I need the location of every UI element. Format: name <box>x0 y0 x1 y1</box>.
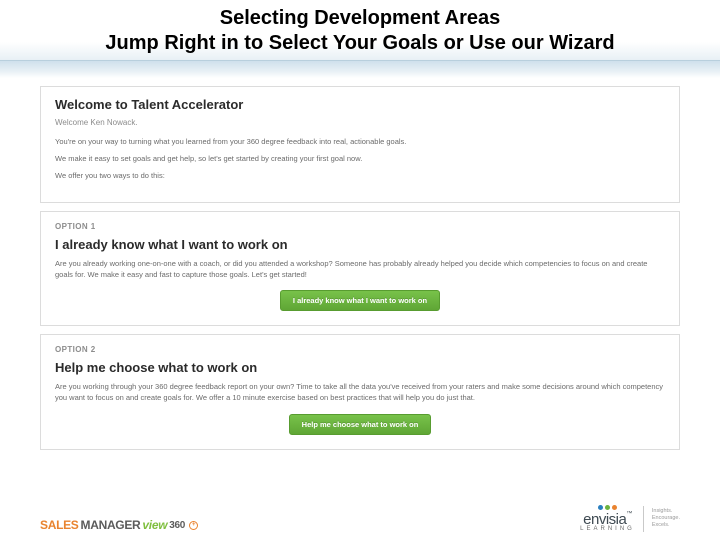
option-1-body: Are you already working one-on-one with … <box>55 259 665 281</box>
welcome-p2: We make it easy to set goals and get hel… <box>55 154 665 165</box>
slide-title: Selecting Development Areas Jump Right i… <box>40 6 680 56</box>
option-2-button[interactable]: Help me choose what to work on <box>289 414 432 435</box>
option-2-button-row: Help me choose what to work on <box>55 414 665 435</box>
title-line-2: Jump Right in to Select Your Goals or Us… <box>105 32 614 54</box>
trademark-icon: ™ <box>626 511 632 517</box>
option-2-text: Are you working through your 360 degree … <box>55 382 665 404</box>
option-1-panel: OPTION 1 I already know what I want to w… <box>40 211 680 327</box>
welcome-greeting: Welcome Ken Nowack. <box>55 118 665 127</box>
tagline-1: Insights. <box>652 508 680 515</box>
content-area: Welcome to Talent Accelerator Welcome Ke… <box>40 86 680 450</box>
title-line-1: Selecting Development Areas <box>220 7 500 29</box>
logo-text-manager: MANAGER <box>81 518 141 532</box>
tagline-3: Excels. <box>652 522 680 529</box>
logo-text-view: view <box>142 518 167 532</box>
envisia-sub: LEARNING <box>580 526 635 532</box>
decorative-wave <box>0 60 720 78</box>
slide-header: Selecting Development Areas Jump Right i… <box>0 0 720 60</box>
logo-text-360: 360 <box>169 520 185 531</box>
welcome-body: You're on your way to turning what you l… <box>55 137 665 182</box>
registered-icon: + <box>189 521 198 530</box>
sales-manager-view-360-logo: SALES MANAGER view 360 + <box>40 518 198 532</box>
option-2-body: Are you working through your 360 degree … <box>55 382 665 404</box>
option-1-title: I already know what I want to work on <box>55 237 665 252</box>
envisia-tagline: Insights. Encourage. Excels. <box>652 508 680 529</box>
option-1-label: OPTION 1 <box>55 222 665 231</box>
tagline-2: Encourage. <box>652 515 680 522</box>
welcome-p1: You're on your way to turning what you l… <box>55 137 665 148</box>
envisia-mark: envisia™ LEARNING <box>580 505 635 532</box>
envisia-dots-icon <box>598 505 617 510</box>
option-2-label: OPTION 2 <box>55 345 665 354</box>
envisia-learning-logo: envisia™ LEARNING Insights. Encourage. E… <box>580 505 680 532</box>
welcome-title: Welcome to Talent Accelerator <box>55 97 665 112</box>
footer-divider <box>643 506 644 532</box>
option-2-title: Help me choose what to work on <box>55 360 665 375</box>
logo-text-sales: SALES <box>40 518 79 532</box>
option-2-panel: OPTION 2 Help me choose what to work on … <box>40 334 680 450</box>
option-1-button[interactable]: I already know what I want to work on <box>280 290 440 311</box>
welcome-panel: Welcome to Talent Accelerator Welcome Ke… <box>40 86 680 203</box>
option-1-button-row: I already know what I want to work on <box>55 290 665 311</box>
slide-footer: SALES MANAGER view 360 + envisia™ LEARNI… <box>0 505 720 532</box>
option-1-text: Are you already working one-on-one with … <box>55 259 665 281</box>
welcome-p3: We offer you two ways to do this: <box>55 171 665 182</box>
